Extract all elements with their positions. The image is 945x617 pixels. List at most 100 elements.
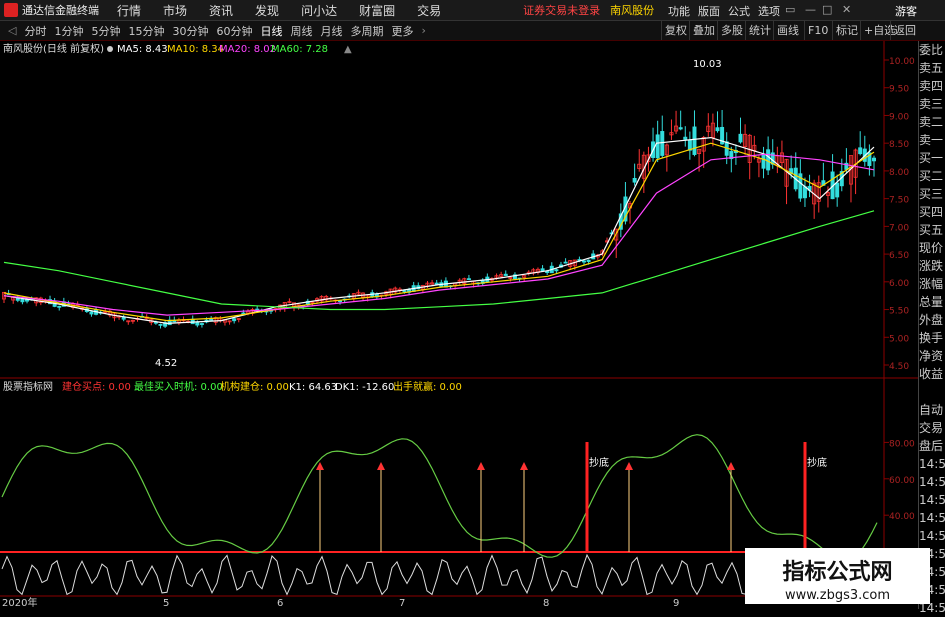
indicator-institution: 机构建仓: 0.00 [220,380,289,393]
sidebar-item[interactable]: 14:50 [919,473,945,491]
candle-body [761,154,766,169]
x-label-aug: 8 [543,598,549,609]
low-price-label: 4.52 [155,358,177,369]
x-label-jul: 7 [399,598,405,609]
price-tick-label: 7.00 [889,223,909,233]
sidebar-item[interactable]: 14:50 [919,491,945,509]
candle-body [766,149,771,171]
sidebar-item[interactable]: 盘后 [919,437,945,455]
candle-body [858,147,863,155]
signal-arrow [727,462,735,470]
sidebar-item[interactable]: 外盘 [919,311,945,329]
candle-body [582,260,587,263]
sidebar-item[interactable]: 卖二 [919,113,945,131]
sidebar-item[interactable]: 现价 [919,239,945,257]
sidebar-item[interactable]: 涨跌 [919,257,945,275]
price-tick-label: 6.00 [889,279,909,289]
sidebar-item[interactable]: 净资 [919,347,945,365]
sidebar-item[interactable]: 卖一 [919,131,945,149]
x-label-sep: 9 [673,598,679,609]
signal-arrow [477,462,485,470]
indicator-settings-icon[interactable] [107,46,113,52]
sidebar-item[interactable]: 换手 [919,329,945,347]
price-tick-label: 8.00 [889,168,909,178]
candle-body [632,177,637,183]
price-tick-label: 8.50 [889,140,909,150]
more-indicator-arrow-icon[interactable]: ▲ [344,44,352,55]
sidebar-item[interactable]: 卖三 [919,95,945,113]
candle-body [195,321,200,326]
candle-body [232,318,237,322]
price-tick-label: 6.50 [889,251,909,261]
price-tick-label: 5.50 [889,307,909,317]
bottom-signal-label: 抄底 [589,456,609,469]
sidebar-item[interactable] [919,383,945,401]
price-tick-label: 5.00 [889,334,909,344]
price-tick-label: 10.00 [889,57,915,67]
sidebar-item[interactable]: 买四 [919,203,945,221]
candle-body [678,127,683,130]
watermark-badge: 指标公式网 www.zbgs3.com [745,548,930,604]
watermark-title: 指标公式网 [782,560,893,585]
sub-tick-label: 60.00 [889,476,915,486]
x-label-2020: 2020年 [2,596,37,609]
sidebar-item[interactable]: 自动 [919,401,945,419]
candle-body [434,282,439,285]
sidebar-item[interactable]: 14:50 [919,455,945,473]
candle-body [563,261,568,264]
candle-body [540,268,545,272]
signal-arrow [520,462,528,470]
sidebar-item[interactable]: 14:50 [919,527,945,545]
candle-body [738,133,743,143]
price-tick-label: 9.50 [889,85,909,95]
candle-body [402,290,407,293]
high-price-label: 10.03 [693,59,722,70]
signal-arrow [625,462,633,470]
candle-body [872,157,877,162]
main-chart-title: 南风股份(日线 前复权) [3,42,104,55]
x-label-may: 5 [163,598,169,609]
sidebar-item[interactable]: 交易 [919,419,945,437]
sidebar-item[interactable]: 14:50 [919,509,945,527]
sidebar-item[interactable]: 涨幅 [919,275,945,293]
x-label-jun: 6 [277,598,283,609]
ma10-label: MA10: 8.34 [167,44,224,55]
candle-body [199,323,204,325]
candlestick-series [2,110,877,329]
candle-body [545,271,550,273]
sidebar-item[interactable]: 卖四 [919,77,945,95]
candle-body [692,126,697,155]
sub-tick-label: 80.00 [889,439,915,449]
ma-line-ma5 [3,136,875,325]
ma20-label: MA20: 8.02 [219,44,276,55]
candle-body [683,136,688,140]
sidebar-item[interactable]: 买五 [919,221,945,239]
quote-sidebar: 委比 卖五 卖四 卖三 卖二 卖一 买一 买二 买三 买四 买五 现价 涨跌 涨幅 总量 外盘 换手 净资 收益自动… [918,41,945,615]
candle-body [209,318,214,321]
sidebar-item[interactable]: 买一 [919,149,945,167]
sub-indicator-grid: 80.0060.0040.0020.00 [0,439,915,559]
indicator-dk1: DK1: -12.60 [335,382,394,393]
indicator-best-buy: 最佳买入时机: 0.00 [134,380,223,393]
buy-signal-markers: 抄底 抄底 [316,442,827,552]
sub-chart-title: 股票指标网 [3,380,53,393]
indicator-winning: 出手就赢: 0.00 [393,380,462,393]
sidebar-item[interactable]: 买二 [919,167,945,185]
ma-line-ma10 [3,142,875,322]
candle-body [158,323,163,326]
indicator-build-buy: 建仓买点: 0.00 [62,380,131,393]
candle-body [655,134,660,159]
sidebar-item[interactable]: 卖五 [919,59,945,77]
sidebar-item[interactable]: 委比 [919,41,945,59]
main-price-grid: 10.00 9.50 9.00 8.50 8.00 7.50 7.00 6.50 6.00 5.5… [884,57,915,372]
signal-arrow [377,462,385,470]
sidebar-item[interactable]: 总量 [919,293,945,311]
candle-body [466,278,471,281]
indicator-k1: K1: 64.63 [289,382,337,393]
ma60-label: MA60: 7.28 [271,44,328,55]
stock-chart[interactable]: 南风股份(日线 前复权) MA5: 8.43 MA10: 8.34 MA20: … [0,0,918,609]
sidebar-item[interactable]: 收益 [919,365,945,383]
sidebar-item[interactable]: 买三 [919,185,945,203]
candle-body [802,186,807,199]
candle-body [20,298,25,303]
